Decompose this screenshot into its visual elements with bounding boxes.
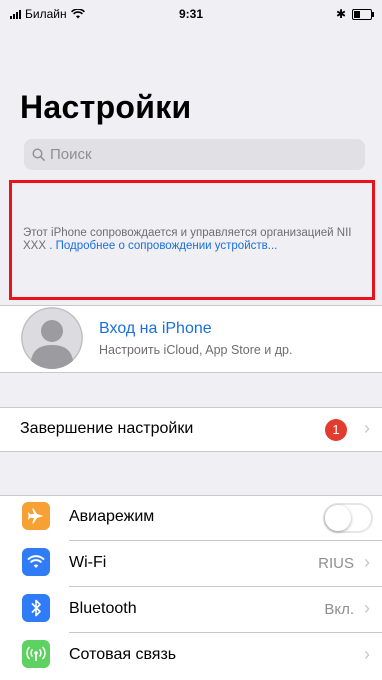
- bluetooth-value: Вкл.: [324, 601, 354, 618]
- airplane-label: Авиарежим: [69, 508, 155, 525]
- divider: [0, 451, 382, 452]
- cellular-label: Сотовая связь: [69, 646, 177, 663]
- divider: [0, 407, 382, 408]
- finish-setup-label: Завершение настройки: [20, 420, 194, 437]
- chevron-right-icon: ›: [364, 598, 370, 618]
- airplane-toggle[interactable]: [323, 503, 373, 533]
- finish-setup-row[interactable]: Завершение настройки 1 ›: [0, 407, 382, 452]
- notification-badge: 1: [325, 419, 347, 441]
- chevron-right-icon: ›: [364, 644, 370, 664]
- bluetooth-icon: [22, 594, 50, 622]
- wifi-label: Wi-Fi: [69, 554, 107, 571]
- sign-in-row[interactable]: Вход на iPhone Настроить iCloud, App Sto…: [0, 305, 382, 373]
- management-notice: Этот iPhone сопровождается и управляется…: [9, 180, 375, 300]
- search-input[interactable]: Поиск: [24, 139, 365, 170]
- chevron-right-icon: ›: [364, 418, 370, 438]
- person-silhouette-icon: [21, 307, 83, 369]
- status-time: 9:31: [178, 7, 204, 21]
- search-icon: [32, 147, 46, 161]
- chevron-right-icon: ›: [364, 552, 370, 572]
- divider: [0, 305, 382, 306]
- sign-in-title: Вход на iPhone: [99, 320, 212, 337]
- settings-row-bluetooth[interactable]: Bluetooth Вкл. ›: [0, 587, 382, 633]
- settings-list: Авиарежим Wi-Fi RIUS › Bluetooth Вкл. › …: [0, 495, 382, 680]
- bluetooth-label: Bluetooth: [69, 600, 137, 617]
- sign-in-subtitle: Настроить iCloud, App Store и др.: [99, 343, 293, 357]
- wifi-icon: [22, 548, 50, 576]
- settings-row-wifi[interactable]: Wi-Fi RIUS ›: [0, 541, 382, 587]
- search-placeholder: Поиск: [50, 146, 92, 163]
- divider: [0, 372, 382, 373]
- airplane-icon: [22, 502, 50, 530]
- settings-row-cellular[interactable]: Сотовая связь ›: [0, 633, 382, 679]
- settings-row-airplane: Авиарежим: [0, 495, 382, 541]
- page-title: Настройки: [20, 89, 192, 125]
- toggle-knob: [325, 505, 351, 531]
- notice-text-block: Этот iPhone сопровождается и управляется…: [23, 227, 366, 253]
- notice-more-link[interactable]: . Подробнее о сопровождении устройств...: [49, 240, 277, 252]
- wifi-value: RIUS: [318, 555, 354, 572]
- cellular-antenna-icon: [22, 640, 50, 668]
- avatar: [21, 307, 83, 369]
